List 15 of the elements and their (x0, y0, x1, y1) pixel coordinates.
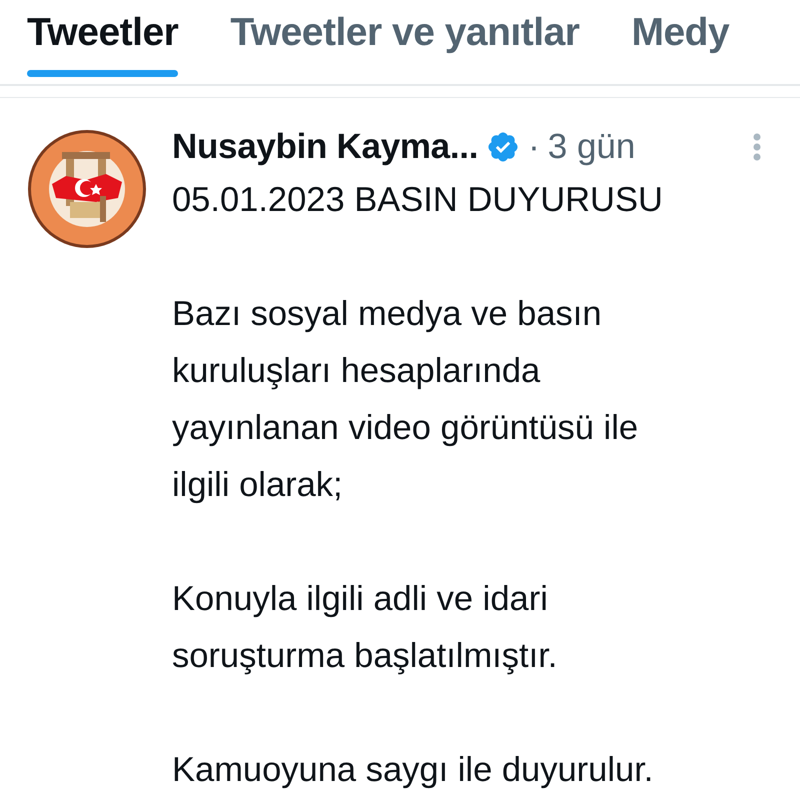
tweet-text-line: kuruluşları hesaplarında (172, 351, 542, 392)
profile-tab[interactable]: Tweetler (27, 0, 178, 66)
tweet-text-line: Konuyla ilgili adli ve idari (172, 579, 549, 620)
tweet-text-line: 05.01.2023 BASIN DUYURUSU (172, 180, 664, 221)
separator-dot: · (528, 127, 540, 167)
profile-tab[interactable]: Medy (631, 0, 730, 66)
author-name[interactable]: Nusaybin Kayma... (172, 127, 478, 167)
tweet-text-line: ilgili olarak; (172, 465, 344, 506)
tweet-text-line: soruşturma başlatılmıştır. (172, 636, 558, 677)
tweet-time[interactable]: 3 gün (548, 127, 636, 167)
tweet-text-line: yayınlanan video görüntüsü ile (172, 408, 640, 449)
tweet-text-line: Kamuoyuna saygı ile duyurulur. (172, 750, 654, 791)
avatar-logo-icon[interactable] (26, 128, 148, 250)
profile-tab[interactable]: Tweetler ve yanıtlar (230, 0, 580, 66)
tweet-text-line: Bazı sosyal medya ve basın (172, 294, 603, 335)
